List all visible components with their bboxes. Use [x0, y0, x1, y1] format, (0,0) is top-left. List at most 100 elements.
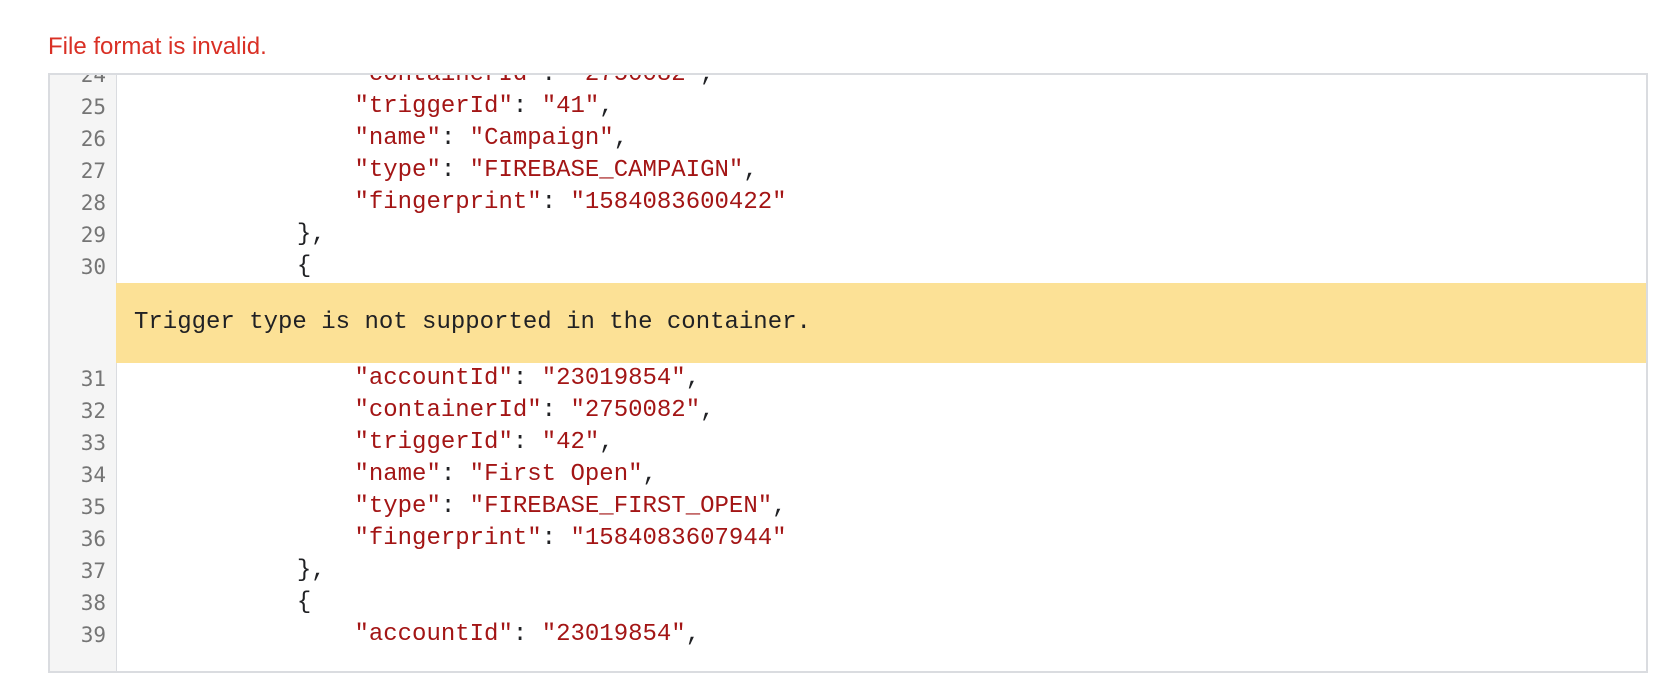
code-line: 38 {: [50, 587, 1646, 619]
line-number: 34: [80, 463, 106, 487]
json-value: "1584083600422": [570, 189, 787, 216]
code-line: 28 "fingerprint": "1584083600422": [50, 187, 1646, 219]
code-line: 29 },: [50, 219, 1646, 251]
json-key: "name": [354, 461, 441, 488]
code-line: 36 "fingerprint": "1584083607944": [50, 523, 1646, 555]
line-number: 36: [80, 527, 106, 551]
code-line: 33 "triggerId": "42",: [50, 427, 1646, 459]
json-value: "First Open": [469, 461, 643, 488]
code-text: "name": "First Open",: [124, 459, 657, 491]
json-key: "type": [354, 157, 441, 184]
line-number: 28: [80, 191, 106, 215]
code-text: "triggerId": "41",: [124, 91, 614, 123]
code-text: },: [124, 219, 326, 251]
code-text: },: [124, 555, 326, 587]
json-punctuation: ,: [700, 73, 715, 88]
line-number: 37: [80, 559, 106, 583]
line-number: 35: [80, 495, 106, 519]
json-punctuation: ,: [613, 125, 629, 152]
json-punctuation: ,: [642, 461, 657, 488]
json-punctuation: ,: [599, 429, 614, 456]
json-value: "23019854": [541, 365, 686, 392]
line-number: 31: [80, 367, 106, 391]
code-line: 34 "name": "First Open",: [50, 459, 1646, 491]
line-number: 24: [80, 73, 106, 87]
code-line: 26 "name": "Campaign",: [50, 123, 1646, 155]
json-separator: :: [541, 525, 571, 552]
json-separator: :: [440, 125, 470, 152]
json-punctuation: ,: [685, 365, 701, 392]
code-text: "accountId": "23019854",: [124, 619, 700, 651]
line-number: 27: [80, 159, 106, 183]
code-text: "containerId": "2750082",: [124, 73, 715, 91]
json-key: "type": [354, 493, 441, 520]
code-text: "triggerId": "42",: [124, 427, 614, 459]
json-punctuation: ,: [685, 621, 701, 648]
json-key: "fingerprint": [354, 189, 542, 216]
code-line: 37 },: [50, 555, 1646, 587]
json-separator: :: [440, 493, 470, 520]
code-text: "name": "Campaign",: [124, 123, 628, 155]
json-separator: :: [512, 429, 542, 456]
warning-text: Trigger type is not supported in the con…: [134, 309, 811, 336]
code-viewer[interactable]: 24 "containerId": "2750082", 25 "triggerI…: [48, 73, 1648, 673]
code-line: 32 "containerId": "2750082",: [50, 395, 1646, 427]
line-number: 26: [80, 127, 106, 151]
json-separator: :: [512, 365, 542, 392]
json-key: "triggerId": [354, 93, 513, 120]
json-separator: :: [541, 189, 571, 216]
json-key: "name": [354, 125, 441, 152]
json-value: "41": [541, 93, 600, 120]
json-key: "triggerId": [354, 429, 513, 456]
warning-banner: Trigger type is not supported in the con…: [116, 283, 1646, 363]
json-punctuation: {: [296, 589, 312, 616]
code-line: 39 "accountId": "23019854",: [50, 619, 1646, 651]
code-text: "type": "FIREBASE_CAMPAIGN",: [124, 155, 758, 187]
json-punctuation: {: [296, 253, 312, 280]
json-separator: :: [541, 397, 571, 424]
code-text: "fingerprint": "1584083600422": [124, 187, 787, 219]
code-text: {: [124, 587, 311, 619]
code-text: "containerId": "2750082",: [124, 395, 714, 427]
json-key: "fingerprint": [354, 525, 542, 552]
json-separator: :: [440, 157, 470, 184]
code-line: 35 "type": "FIREBASE_FIRST_OPEN",: [50, 491, 1646, 523]
json-key: "accountId": [354, 365, 513, 392]
code-line: 27 "type": "FIREBASE_CAMPAIGN",: [50, 155, 1646, 187]
code-line: 31 "accountId": "23019854",: [50, 363, 1646, 395]
json-value: "Campaign": [469, 125, 614, 152]
json-punctuation: ,: [599, 93, 614, 120]
code-text: {: [124, 251, 311, 283]
line-number: 32: [80, 399, 106, 423]
code-text: "type": "FIREBASE_FIRST_OPEN",: [124, 491, 787, 523]
json-separator: :: [440, 461, 470, 488]
json-separator: :: [541, 73, 571, 88]
json-punctuation: ,: [743, 157, 758, 184]
json-punctuation: ,: [772, 493, 787, 520]
code-line: 25 "triggerId": "41",: [50, 91, 1646, 123]
json-value: "FIREBASE_FIRST_OPEN": [469, 493, 773, 520]
line-number: 39: [80, 623, 106, 647]
line-number: 38: [80, 591, 106, 615]
json-key: "containerId": [354, 397, 542, 424]
json-value: "42": [541, 429, 600, 456]
json-key: "accountId": [354, 621, 513, 648]
code-line: 24 "containerId": "2750082",: [50, 73, 1646, 91]
line-number: 33: [80, 431, 106, 455]
line-number: 25: [80, 95, 106, 119]
line-number: 29: [80, 223, 106, 247]
json-value: "FIREBASE_CAMPAIGN": [469, 157, 744, 184]
